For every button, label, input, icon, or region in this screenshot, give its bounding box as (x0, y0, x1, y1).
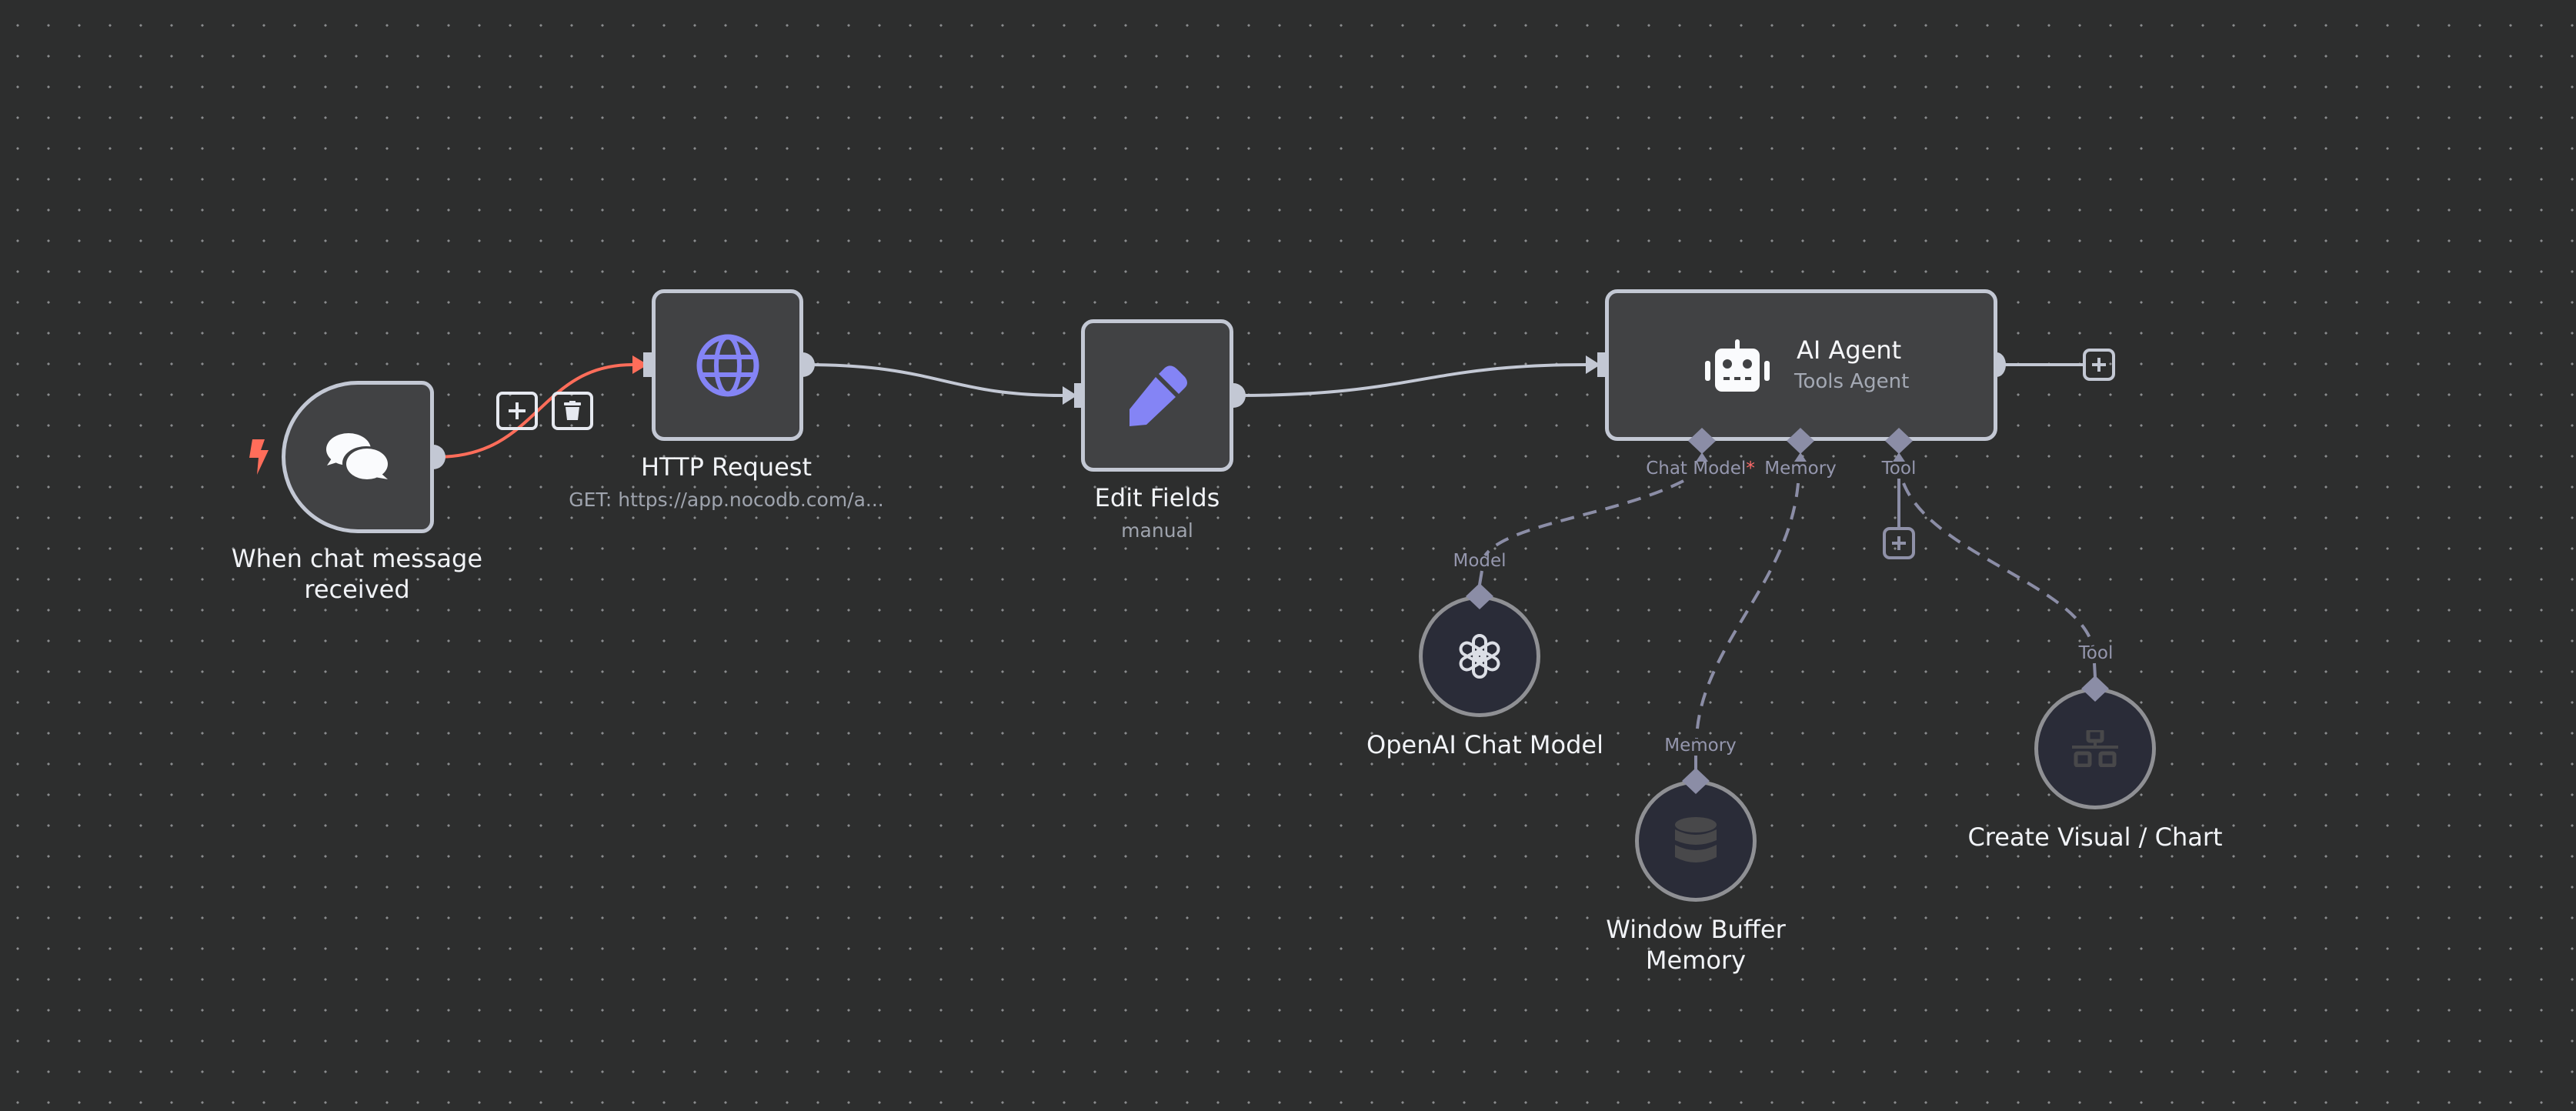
delete-connection-button[interactable] (552, 392, 593, 430)
required-marker: * (1746, 459, 1755, 479)
connection-memory-to-windowmemory[interactable] (1695, 482, 1800, 739)
openai-port-label: Model (1453, 551, 1507, 571)
database-icon (1675, 817, 1717, 862)
http-request-label: HTTP Request (640, 452, 813, 482)
tool-input-port-label: Tool (2078, 643, 2114, 663)
connection-http-to-edit[interactable] (806, 363, 1064, 397)
chat-bubbles-icon (326, 433, 390, 480)
memory-input-port-label: Memory (1664, 736, 1737, 756)
openai-chat-model-label: OpenAI Chat Model (1366, 730, 1603, 759)
sitemap-icon (2072, 730, 2118, 767)
trigger-label-line2: received (304, 575, 410, 604)
plus-icon (1892, 536, 1906, 550)
workflow-canvas[interactable]: When chat message received HTTP Request … (0, 0, 2576, 1111)
connection-edit-to-agent[interactable] (1236, 363, 1587, 397)
node-edit-fields[interactable] (1081, 319, 1233, 472)
node-window-buffer-memory[interactable] (1635, 780, 1757, 902)
node-http-request[interactable] (652, 289, 803, 441)
node-create-visual-chart[interactable] (2034, 688, 2156, 809)
globe-icon (696, 334, 759, 396)
edit-fields-label: Edit Fields (1094, 483, 1220, 512)
openai-port-stub (1478, 570, 1483, 586)
tool-port-stub (2093, 662, 2097, 678)
lightning-bolt-icon (249, 439, 269, 475)
trigger-label-line1: When chat message (231, 544, 483, 573)
chat-model-port-label: Chat Model* (1646, 458, 1755, 479)
add-tool-button[interactable] (1883, 527, 1915, 559)
trash-icon (564, 401, 581, 420)
plus-icon (2092, 358, 2106, 372)
chat-model-port-text: Chat Model (1646, 459, 1747, 479)
edit-fields-subtitle: manual (1121, 519, 1193, 542)
window-buffer-memory-label-line2: Memory (1645, 946, 1747, 975)
node-when-chat-message-received[interactable] (282, 381, 434, 533)
create-visual-chart-label: Create Visual / Chart (1967, 822, 2223, 852)
openai-logo-icon (1459, 634, 1500, 679)
node-ai-agent[interactable]: AI Agent Tools Agent (1605, 289, 1997, 441)
ai-agent-subtitle: Tools Agent (1794, 370, 1910, 393)
pencil-icon (1130, 365, 1187, 426)
plus-icon (509, 402, 526, 419)
connection-tool-to-createvisual[interactable] (1902, 482, 2094, 647)
node-openai-chat-model[interactable] (1419, 596, 1540, 717)
add-node-on-edge-button[interactable] (496, 392, 538, 430)
tool-port-label: Tool (1881, 459, 1917, 479)
robot-icon (1705, 339, 1770, 392)
window-buffer-memory-label-line1: Window Buffer (1606, 915, 1786, 944)
ai-agent-label: AI Agent (1797, 335, 1902, 365)
add-node-after-agent-button[interactable] (2083, 349, 2115, 381)
connection-chatmodel-to-openai[interactable] (1483, 479, 1684, 557)
http-request-subtitle: GET: https://app.nocodb.com/a... (569, 489, 884, 511)
memory-port-label: Memory (1764, 459, 1837, 479)
